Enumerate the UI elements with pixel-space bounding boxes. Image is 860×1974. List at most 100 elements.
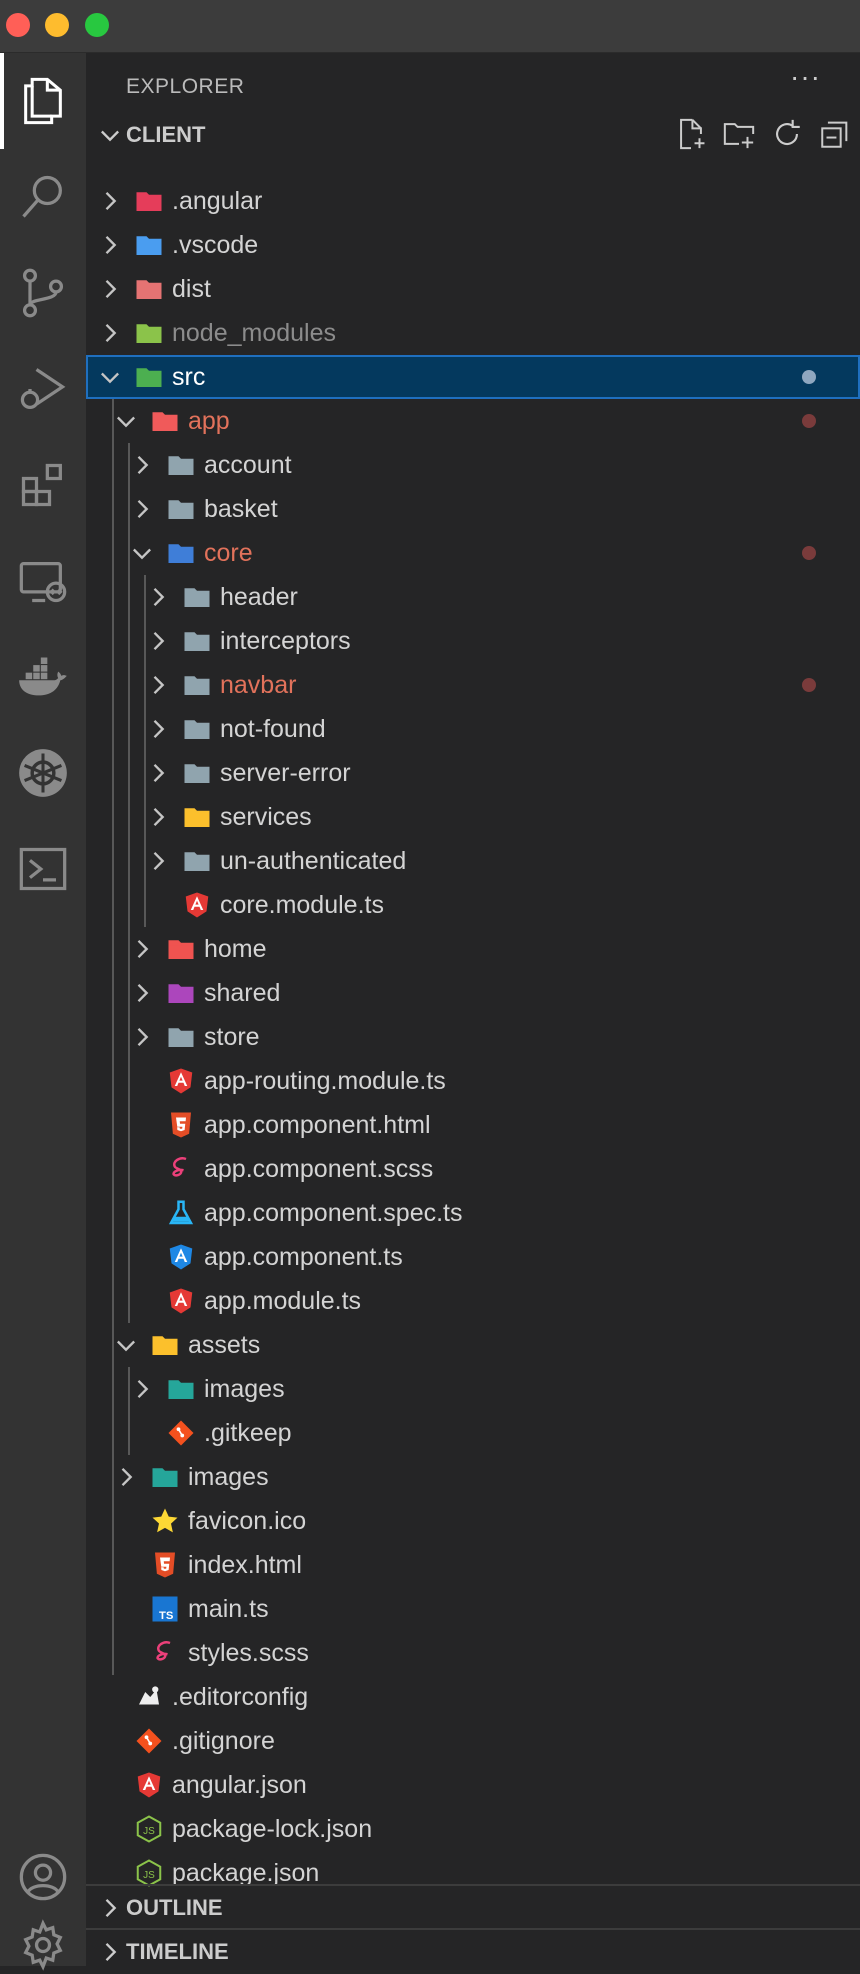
tree-file-item[interactable]: app.module.ts [86, 1279, 860, 1323]
tree-folder-item[interactable]: dist [86, 267, 860, 311]
tree-file-item[interactable]: core.module.ts [86, 883, 860, 927]
tree-file-item[interactable]: .gitkeep [86, 1411, 860, 1455]
outline-section-header[interactable]: OUTLINE [86, 1886, 860, 1930]
chevron-right-icon[interactable] [128, 451, 156, 479]
tree-folder-item[interactable]: images [86, 1367, 860, 1411]
tree-file-item[interactable]: app.component.html [86, 1103, 860, 1147]
tree-item-label: not-found [220, 715, 326, 743]
tree-file-item[interactable]: angular.json [86, 1763, 860, 1807]
tree-folder-item[interactable]: .angular [86, 179, 860, 223]
chevron-right-icon[interactable] [144, 715, 172, 743]
indent-guide [144, 575, 146, 927]
activity-docker[interactable] [0, 629, 86, 725]
tree-item-label: images [204, 1375, 285, 1403]
accounts-icon [19, 1853, 67, 1901]
tree-file-item[interactable]: app-routing.module.ts [86, 1059, 860, 1103]
activity-extensions[interactable] [0, 437, 86, 533]
tree-folder-item[interactable]: node_modules [86, 311, 860, 355]
window-close-button[interactable] [6, 13, 30, 37]
activity-settings[interactable] [0, 1919, 86, 1971]
activity-bar [0, 53, 86, 1971]
tree-folder-item[interactable]: core [86, 531, 860, 575]
activity-run-debug[interactable] [0, 341, 86, 437]
chevron-down-icon[interactable] [128, 539, 156, 567]
activity-kubernetes[interactable] [0, 725, 86, 821]
tree-file-item[interactable]: .editorconfig [86, 1675, 860, 1719]
tree-folder-item[interactable]: home [86, 927, 860, 971]
tree-item-label: dist [172, 275, 211, 303]
source-control-icon [22, 268, 64, 318]
tree-folder-item[interactable]: app [86, 399, 860, 443]
chevron-right-icon[interactable] [96, 187, 124, 215]
timeline-section-header[interactable]: TIMELINE [86, 1930, 860, 1974]
tree-folder-item[interactable]: shared [86, 971, 860, 1015]
chevron-right-icon[interactable] [128, 1375, 156, 1403]
tree-file-item[interactable]: JS package-lock.json [86, 1807, 860, 1851]
tree-file-item[interactable]: styles.scss [86, 1631, 860, 1675]
tree-folder-item[interactable]: basket [86, 487, 860, 531]
activity-search[interactable] [0, 149, 86, 245]
chevron-right-icon[interactable] [144, 671, 172, 699]
chevron-down-icon[interactable] [112, 1331, 140, 1359]
tree-item-label: assets [188, 1331, 261, 1359]
chevron-down-icon[interactable] [112, 407, 140, 435]
timeline-title: TIMELINE [126, 1939, 229, 1964]
activity-remote-explorer[interactable] [0, 533, 86, 629]
chevron-right-icon[interactable] [128, 935, 156, 963]
activity-terminal[interactable] [0, 821, 86, 917]
new-file-button[interactable] [674, 117, 708, 151]
src-folder-icon [136, 368, 162, 387]
chevron-right-icon[interactable] [96, 231, 124, 259]
chevron-right-icon[interactable] [96, 275, 124, 303]
chevron-right-icon[interactable] [144, 583, 172, 611]
tree-file-item[interactable]: TS main.ts [86, 1587, 860, 1631]
docker-icon [19, 657, 67, 696]
tree-folder-item[interactable]: header [86, 575, 860, 619]
tree-folder-item[interactable]: services [86, 795, 860, 839]
tree-file-item[interactable]: app.component.spec.ts [86, 1191, 860, 1235]
window-minimize-button[interactable] [45, 13, 69, 37]
indent-guide [128, 1367, 130, 1455]
tree-folder-item[interactable]: navbar [86, 663, 860, 707]
tree-file-item[interactable]: .gitignore [86, 1719, 860, 1763]
tree-folder-item[interactable]: assets [86, 1323, 860, 1367]
tree-folder-item[interactable]: account [86, 443, 860, 487]
vscode-folder-icon [136, 236, 162, 255]
tree-file-item[interactable]: app.component.ts [86, 1235, 860, 1279]
refresh-button[interactable] [770, 117, 804, 151]
more-actions-icon[interactable]: ··· [790, 61, 821, 93]
tree-folder-item[interactable]: store [86, 1015, 860, 1059]
collapse-all-button[interactable] [818, 117, 852, 151]
chevron-down-icon[interactable] [96, 363, 124, 391]
chevron-right-icon[interactable] [144, 759, 172, 787]
chevron-right-icon[interactable] [96, 319, 124, 347]
folder-icon [184, 588, 210, 607]
workspace-header[interactable]: CLIENT [86, 113, 860, 157]
window-maximize-button[interactable] [85, 13, 109, 37]
chevron-right-icon[interactable] [144, 847, 172, 875]
tree-folder-item[interactable]: server-error [86, 751, 860, 795]
svg-text:TS: TS [159, 1610, 174, 1622]
tree-item-label: main.ts [188, 1595, 269, 1623]
tree-item-label: app.component.ts [204, 1243, 403, 1271]
new-folder-button[interactable] [722, 117, 756, 151]
chevron-right-icon[interactable] [144, 627, 172, 655]
chevron-right-icon[interactable] [112, 1463, 140, 1491]
tree-folder-item[interactable]: .vscode [86, 223, 860, 267]
tree-folder-item[interactable]: interceptors [86, 619, 860, 663]
tree-folder-item[interactable]: un-authenticated [86, 839, 860, 883]
tree-file-item[interactable]: index.html [86, 1543, 860, 1587]
chevron-right-icon[interactable] [128, 979, 156, 1007]
tree-item-label: app [188, 407, 230, 435]
tree-file-item[interactable]: favicon.ico [86, 1499, 860, 1543]
tree-folder-item[interactable]: not-found [86, 707, 860, 751]
chevron-right-icon[interactable] [128, 1023, 156, 1051]
activity-accounts[interactable] [0, 1829, 86, 1925]
chevron-right-icon[interactable] [144, 803, 172, 831]
tree-folder-item[interactable]: src [86, 355, 860, 399]
tree-file-item[interactable]: app.component.scss [86, 1147, 860, 1191]
activity-explorer[interactable] [0, 53, 86, 149]
tree-folder-item[interactable]: images [86, 1455, 860, 1499]
chevron-right-icon[interactable] [128, 495, 156, 523]
activity-source-control[interactable] [0, 245, 86, 341]
